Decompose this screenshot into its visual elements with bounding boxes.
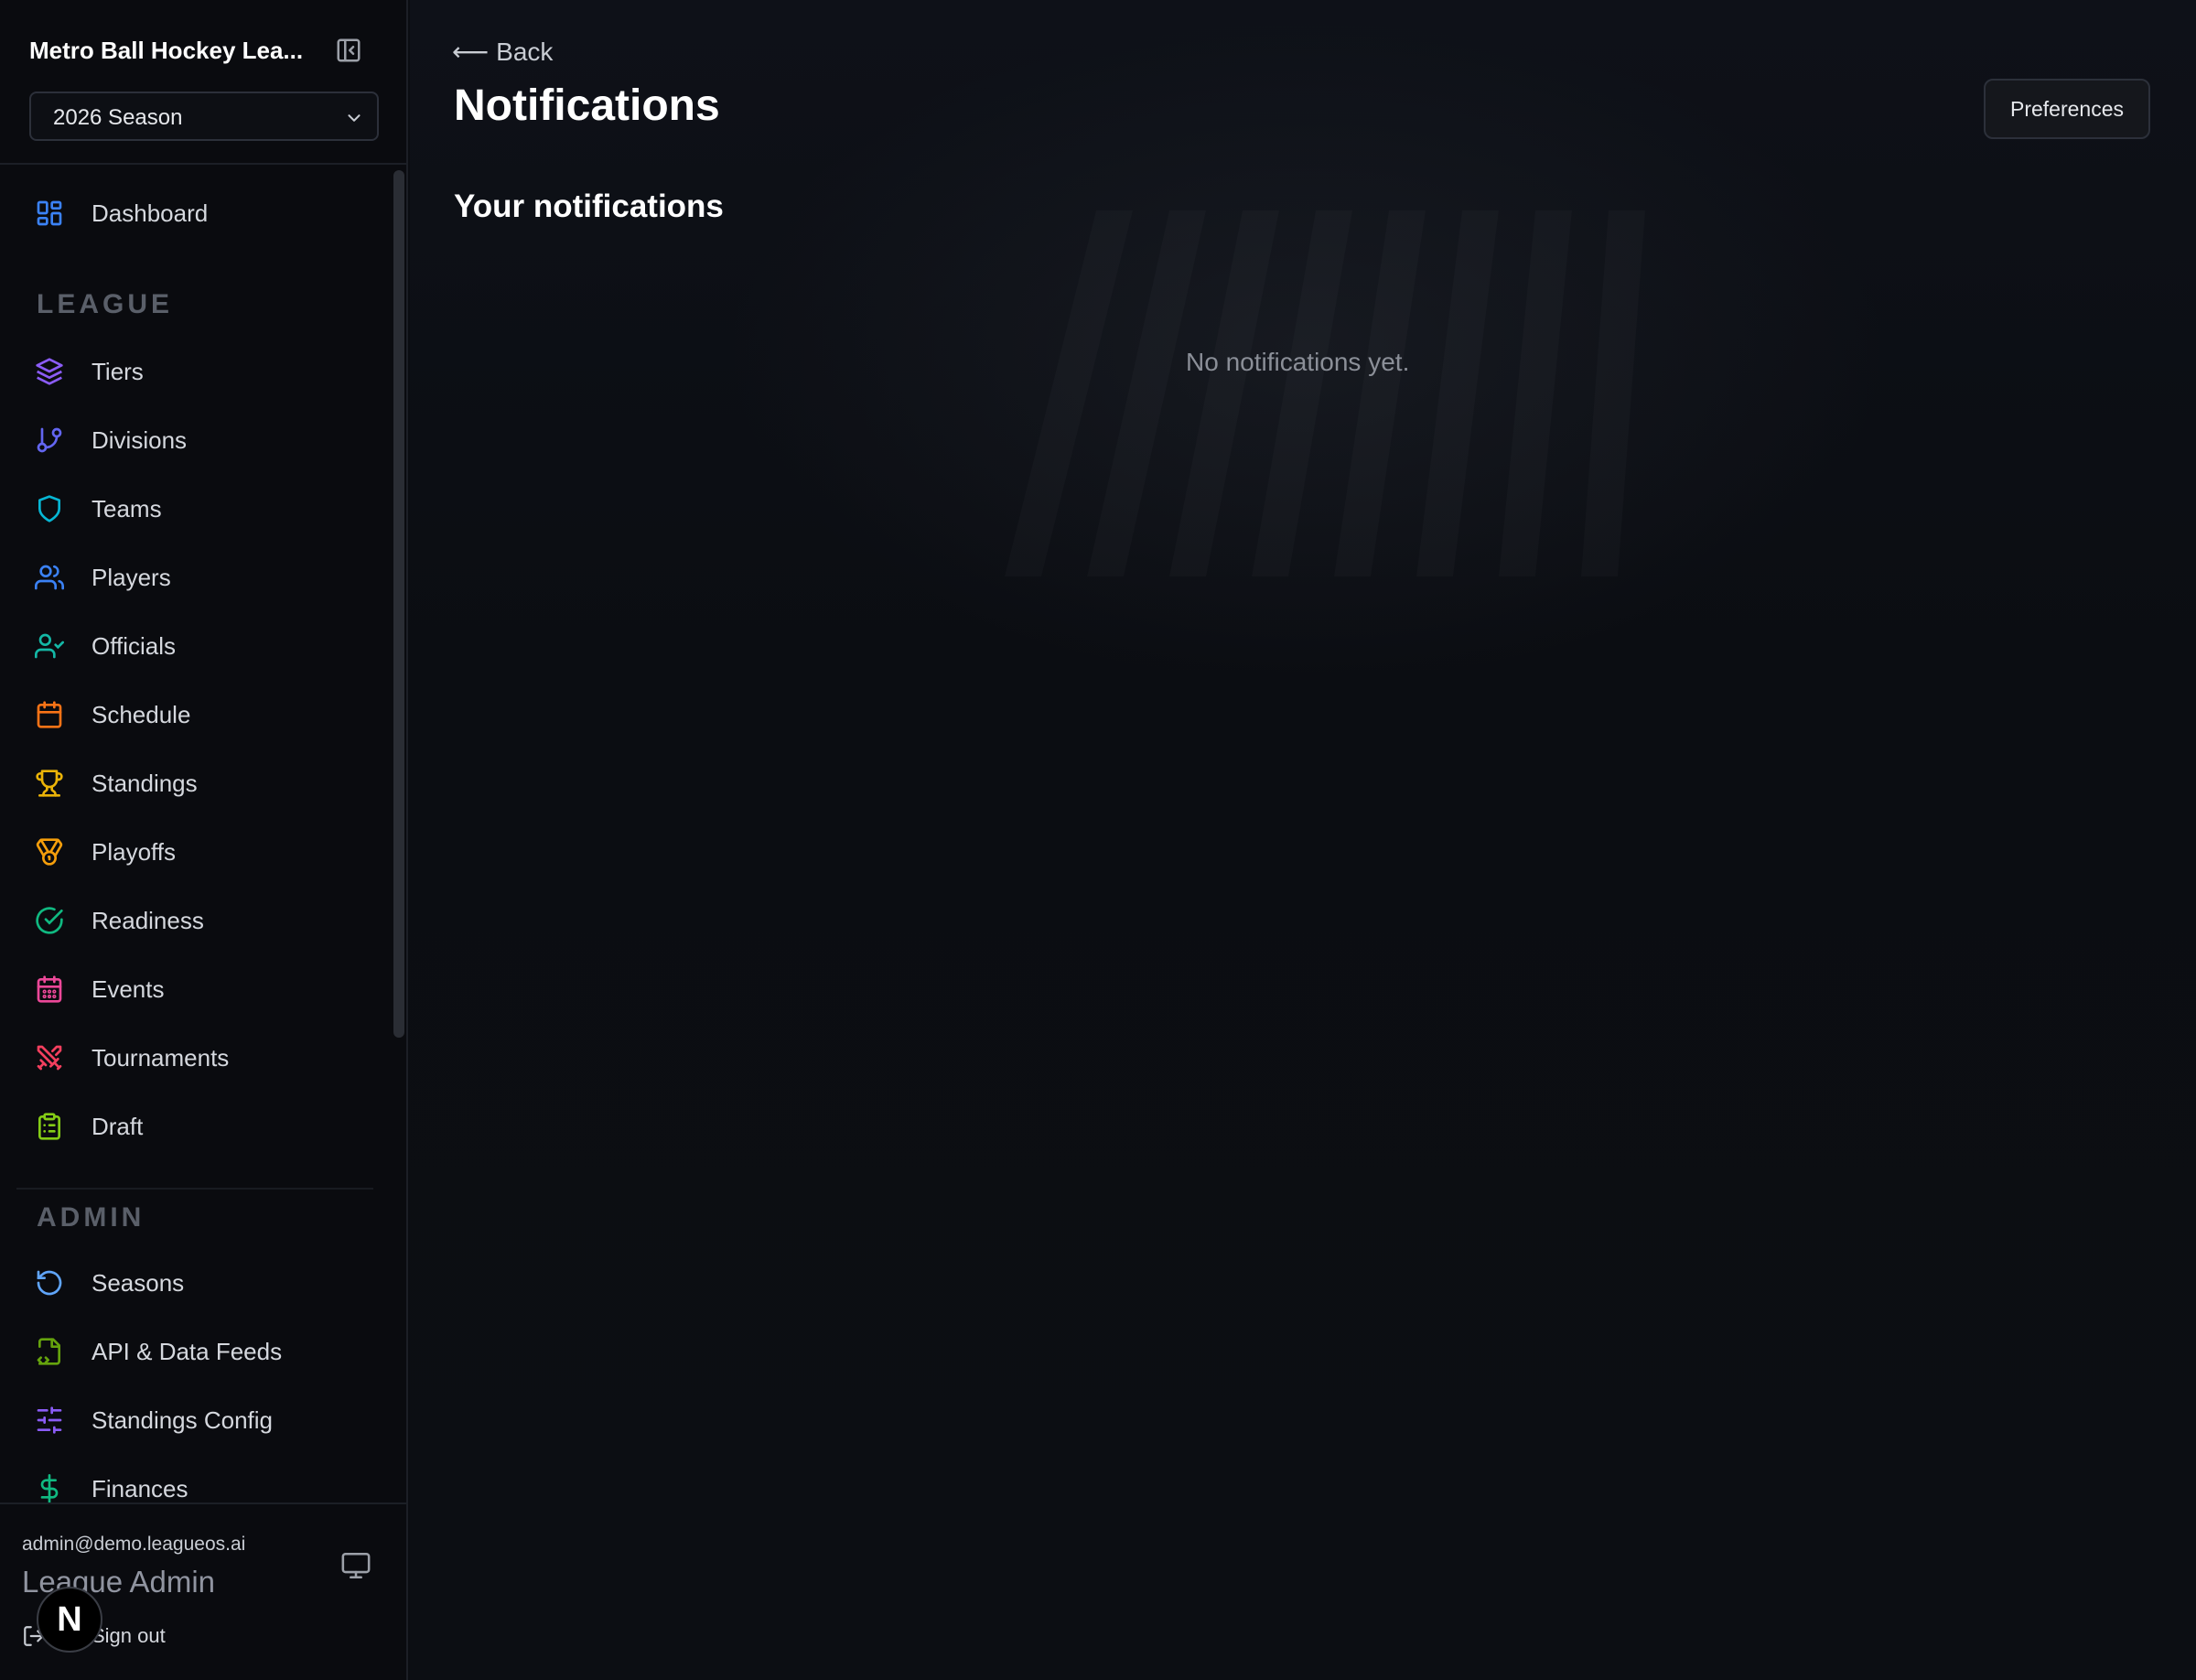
main-content: ⟵ Back Notifications Preferences Your no… — [410, 0, 2196, 1680]
user-check-icon — [35, 631, 64, 661]
chevron-down-icon — [344, 108, 364, 128]
trophy-icon — [35, 769, 64, 798]
sidebar-item-api-data-feeds[interactable]: API & Data Feeds — [16, 1323, 377, 1378]
page-title: Notifications — [454, 81, 720, 130]
background-decoration — [694, 210, 1975, 576]
sidebar-item-players[interactable]: Players — [16, 549, 377, 604]
nav-divider — [16, 1188, 373, 1190]
sidebar-item-label: Tiers — [92, 358, 144, 385]
section-heading: Your notifications — [454, 188, 724, 224]
medal-icon — [35, 837, 64, 867]
sidebar-item-label: Schedule — [92, 701, 191, 728]
check-circle-icon — [35, 906, 64, 935]
season-select-value: 2026 Season — [53, 105, 183, 130]
sidebar-item-seasons[interactable]: Seasons — [16, 1255, 377, 1309]
git-branch-icon — [35, 425, 64, 455]
file-code-icon — [35, 1337, 64, 1366]
sidebar-item-label: Finances — [92, 1475, 188, 1502]
season-select[interactable]: 2026 Season — [29, 92, 379, 141]
sidebar-item-label: API & Data Feeds — [92, 1338, 283, 1365]
sliders-icon — [35, 1405, 64, 1435]
monitor-icon[interactable] — [340, 1550, 371, 1581]
empty-state-message: No notifications yet. — [1186, 348, 1410, 376]
sidebar-item-label: Readiness — [92, 907, 204, 934]
rotate-ccw-icon — [35, 1268, 64, 1298]
shield-icon — [35, 494, 64, 523]
dev-tools-badge[interactable]: N — [37, 1587, 102, 1653]
sidebar-nav: Dashboard LEAGUE Tiers Divisions Teams P… — [0, 167, 393, 1503]
arrow-left-icon: ⟵ — [452, 38, 490, 66]
user-email: admin@demo.leagueos.ai — [22, 1534, 246, 1555]
sidebar-item-label: Players — [92, 564, 171, 591]
sidebar-item-label: Seasons — [92, 1269, 185, 1297]
sidebar-scrollbar[interactable] — [393, 170, 404, 1038]
sidebar-footer: admin@demo.leagueos.ai League Admin Sign… — [0, 1502, 406, 1680]
sidebar-item-label: Divisions — [92, 426, 188, 454]
sidebar-item-playoffs[interactable]: Playoffs — [16, 824, 377, 878]
dollar-sign-icon — [35, 1474, 64, 1503]
calendar-icon — [35, 700, 64, 729]
users-icon — [35, 563, 64, 592]
sidebar-header: Metro Ball Hockey Lea... 2026 Season — [0, 0, 406, 165]
sidebar-item-dashboard[interactable]: Dashboard — [16, 185, 377, 240]
app-root: Metro Ball Hockey Lea... 2026 Season Das… — [0, 0, 2196, 1680]
section-title-admin: ADMIN — [37, 1202, 145, 1233]
sidebar-item-standings-config[interactable]: Standings Config — [16, 1392, 377, 1447]
sign-out-label: Sign out — [92, 1624, 166, 1647]
sidebar-item-officials[interactable]: Officials — [16, 618, 377, 673]
calendar-days-icon — [35, 975, 64, 1004]
clipboard-list-icon — [35, 1112, 64, 1141]
preferences-button[interactable]: Preferences — [1984, 79, 2150, 139]
sidebar-item-divisions[interactable]: Divisions — [16, 412, 377, 467]
sidebar-item-label: Dashboard — [92, 199, 209, 227]
sidebar-item-label: Teams — [92, 495, 162, 522]
swords-icon — [35, 1043, 64, 1072]
sidebar-item-tiers[interactable]: Tiers — [16, 343, 377, 398]
sidebar-item-readiness[interactable]: Readiness — [16, 892, 377, 947]
sidebar-item-teams[interactable]: Teams — [16, 480, 377, 535]
sidebar-item-tournaments[interactable]: Tournaments — [16, 1029, 377, 1084]
back-link[interactable]: ⟵ Back — [452, 37, 553, 67]
sidebar-item-label: Events — [92, 975, 165, 1003]
layers-icon — [35, 357, 64, 386]
sidebar-item-label: Officials — [92, 632, 176, 660]
sidebar-item-label: Tournaments — [92, 1044, 230, 1072]
league-name[interactable]: Metro Ball Hockey Lea... — [29, 37, 304, 65]
sidebar-item-label: Standings — [92, 770, 198, 797]
collapse-sidebar-icon[interactable] — [335, 37, 362, 64]
dashboard-grid-icon — [35, 199, 64, 228]
sidebar-item-label: Draft — [92, 1113, 144, 1140]
sidebar-item-label: Standings Config — [92, 1406, 274, 1434]
sidebar-item-standings[interactable]: Standings — [16, 755, 377, 810]
back-label: Back — [496, 37, 554, 66]
sidebar-item-schedule[interactable]: Schedule — [16, 686, 377, 741]
sidebar-item-label: Playoffs — [92, 838, 177, 866]
section-title-league: LEAGUE — [37, 289, 174, 319]
sidebar-item-events[interactable]: Events — [16, 961, 377, 1016]
sidebar-item-draft[interactable]: Draft — [16, 1098, 377, 1153]
sidebar: Metro Ball Hockey Lea... 2026 Season Das… — [0, 0, 408, 1680]
